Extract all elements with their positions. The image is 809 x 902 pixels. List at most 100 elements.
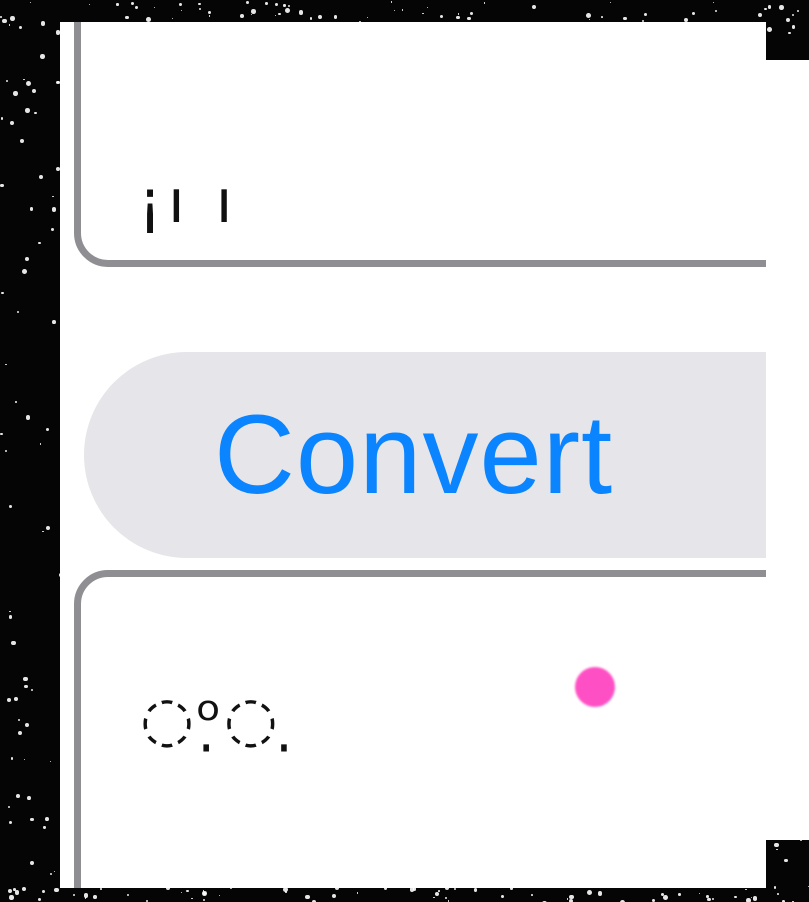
- edge-speck: [766, 86, 770, 90]
- edge-speck: [2, 18, 8, 24]
- edge-speck: [29, 817, 34, 822]
- edge-speck: [23, 677, 28, 682]
- edge-speck: [45, 525, 50, 530]
- edge-speck: [773, 886, 777, 889]
- edge-speck: [52, 195, 55, 198]
- edge-speck: [201, 890, 207, 896]
- edge-speck: [792, 432, 797, 437]
- edge-speck: [208, 15, 211, 17]
- edge-speck: [333, 14, 338, 19]
- edge-speck: [38, 241, 41, 245]
- edge-speck: [438, 889, 440, 892]
- edge-speck: [800, 61, 804, 65]
- edge-speck: [29, 207, 34, 211]
- edge-speck: [770, 437, 776, 442]
- edge-speck: [11, 640, 17, 646]
- edge-speck: [390, 1, 393, 3]
- edge-speck: [453, 887, 456, 890]
- edge-speck: [251, 9, 256, 15]
- edge-speck: [790, 263, 793, 265]
- edge-speck: [1, 291, 4, 295]
- edge-speck: [798, 514, 803, 519]
- edge-speck: [15, 793, 20, 798]
- edge-speck: [8, 820, 12, 824]
- edge-speck: [25, 415, 31, 420]
- edge-speck: [712, 897, 715, 900]
- edge-speck: [715, 10, 718, 13]
- edge-speck: [207, 10, 211, 15]
- edge-speck: [45, 817, 49, 822]
- edge-speck: [663, 895, 668, 900]
- edge-speck: [9, 610, 11, 613]
- edge-speck: [42, 531, 44, 533]
- edge-speck: [55, 30, 61, 35]
- edge-speck: [17, 718, 21, 722]
- edge-speck: [153, 6, 155, 9]
- edge-speck: [778, 97, 780, 99]
- edge-speck: [22, 269, 28, 275]
- edge-speck: [245, 0, 250, 5]
- edge-speck: [698, 893, 701, 895]
- edge-speck: [758, 12, 763, 18]
- edge-speck: [25, 108, 30, 114]
- edge-speck: [13, 91, 18, 96]
- edge-speck: [278, 12, 281, 16]
- edge-speck: [126, 893, 129, 896]
- edge-speck: [439, 14, 443, 19]
- edge-speck: [23, 78, 25, 81]
- convert-button[interactable]: Convert: [84, 352, 766, 558]
- edge-speck: [37, 898, 41, 902]
- edge-speck: [622, 16, 627, 21]
- edge-speck: [40, 53, 45, 59]
- edge-speck: [181, 9, 183, 12]
- edge-speck: [43, 826, 46, 829]
- edge-speck: [9, 895, 14, 900]
- edge-speck: [130, 2, 134, 6]
- edge-speck: [318, 15, 323, 20]
- edge-speck: [586, 890, 592, 896]
- edge-speck: [14, 697, 18, 702]
- edge-speck: [14, 890, 20, 895]
- edge-speck: [5, 79, 9, 82]
- edge-speck: [73, 894, 76, 897]
- edge-speck: [610, 2, 612, 4]
- edge-speck: [203, 898, 206, 901]
- edge-speck: [683, 17, 688, 22]
- edge-speck: [8, 614, 13, 619]
- edge-speck: [797, 475, 802, 479]
- edge-speck: [643, 12, 648, 16]
- edge-speck: [401, 9, 404, 12]
- edge-speck: [791, 25, 796, 29]
- edge-speck: [17, 730, 22, 735]
- edge-speck: [791, 13, 794, 16]
- edge-speck: [54, 887, 60, 893]
- edge-speck: [42, 890, 46, 894]
- edge-speck: [240, 14, 245, 18]
- edge-speck: [6, 697, 11, 702]
- edge-speck: [9, 120, 14, 125]
- edge-speck: [284, 7, 290, 13]
- edge-speck: [585, 12, 591, 18]
- edge-speck: [366, 16, 369, 18]
- edge-speck: [0, 16, 3, 19]
- edge-speck: [84, 893, 89, 898]
- edge-speck: [444, 886, 449, 891]
- edge-speck: [798, 619, 802, 623]
- edge-speck: [785, 17, 791, 23]
- edge-speck: [412, 21, 414, 23]
- edge-speck: [285, 891, 287, 893]
- edge-speck: [798, 86, 801, 89]
- edge-speck: [0, 117, 4, 120]
- edge-speck: [229, 886, 233, 889]
- edge-speck: [776, 848, 779, 851]
- edge-speck: [30, 688, 34, 692]
- edge-speck: [100, 887, 102, 890]
- edge-speck: [335, 886, 340, 891]
- edge-speck: [199, 8, 202, 11]
- edge-speck: [692, 11, 696, 15]
- edge-speck: [470, 11, 474, 15]
- edge-speck: [30, 1, 32, 3]
- edge-speck: [26, 795, 31, 800]
- edge-speck: [16, 311, 19, 314]
- edge-speck: [52, 207, 57, 212]
